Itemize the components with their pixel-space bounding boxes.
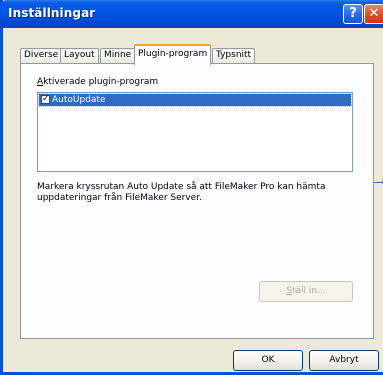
tab-panel: Aktiverade plugin-program ✓ AutoUpdate M…: [20, 63, 374, 339]
plugin-name: AutoUpdate: [52, 95, 106, 105]
configure-label: täll in...: [292, 286, 326, 296]
label-text: ktiverade plugin-program: [43, 77, 159, 87]
help-button[interactable]: ?: [343, 4, 363, 24]
window-title: Inställningar: [8, 6, 96, 20]
plugin-list[interactable]: ✓ AutoUpdate: [37, 92, 353, 172]
tab-typsnitt[interactable]: Typsnitt: [212, 48, 256, 63]
close-icon: ✕: [368, 6, 380, 21]
plugin-description: Markera kryssrutan Auto Update så att Fi…: [37, 182, 326, 203]
list-item[interactable]: ✓ AutoUpdate: [38, 93, 352, 107]
tab-plugin-program[interactable]: Plugin-program: [134, 44, 212, 65]
enabled-plugins-label: Aktiverade plugin-program: [37, 77, 158, 87]
ok-button[interactable]: OK: [233, 350, 303, 371]
settings-dialog: Inställningar ? ✕ Diverse Layout Minne P…: [0, 0, 383, 375]
tab-minne[interactable]: Minne: [100, 48, 136, 63]
configure-button[interactable]: Ställ in...: [259, 281, 353, 302]
help-icon: ?: [349, 6, 357, 21]
tab-layout[interactable]: Layout: [60, 48, 99, 63]
checkbox-checked-icon[interactable]: ✓: [41, 95, 50, 104]
title-bar[interactable]: Inställningar ? ✕: [0, 0, 383, 28]
cancel-button[interactable]: Avbryt: [309, 350, 379, 371]
close-button[interactable]: ✕: [364, 4, 383, 24]
tab-diverse[interactable]: Diverse: [20, 48, 63, 63]
